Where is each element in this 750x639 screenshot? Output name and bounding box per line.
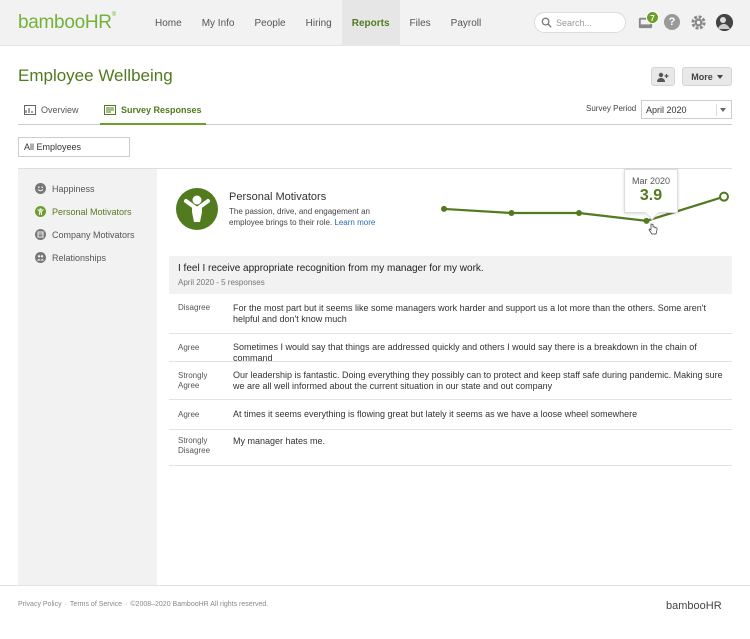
tooltip-value: 3.9 — [639, 187, 663, 204]
privacy-policy-link[interactable]: Privacy Policy — [18, 601, 62, 608]
nav-payroll[interactable]: Payroll — [441, 0, 492, 46]
search-input[interactable]: Search... — [534, 12, 626, 33]
sidebar-item-label: Relationships — [52, 252, 107, 263]
motivator-title: Personal Motivators — [229, 191, 327, 203]
response-text: At times it seems everything is flowing … — [233, 409, 638, 419]
footer-links: Privacy Policy · Terms of Service · ©200… — [18, 601, 268, 608]
page-title: Employee Wellbeing — [18, 66, 173, 85]
employee-filter-value: All Employees — [24, 142, 82, 152]
personal-motivators-icon — [176, 188, 218, 230]
nav-files[interactable]: Files — [400, 0, 441, 46]
help-icon[interactable]: ? — [664, 14, 680, 30]
nav-my-info[interactable]: My Info — [192, 0, 245, 46]
hand-cursor-icon — [648, 223, 658, 235]
question-text: I feel I receive appropriate recognition… — [178, 263, 484, 274]
learn-more-link[interactable]: Learn more — [334, 218, 375, 227]
chevron-down-icon — [720, 108, 726, 112]
response-rating: Disagree — [178, 303, 211, 312]
sidebar-item-relationships[interactable]: Relationships — [35, 252, 106, 263]
tab-survey-responses-label: Survey Responses — [121, 104, 202, 115]
response-row: Disagree For the most part but it seems … — [169, 296, 732, 334]
motivator-description: The passion, drive, and engagement an em… — [229, 206, 389, 228]
tab-overview[interactable]: Overview — [24, 96, 79, 124]
sidebar-item-company-motivators[interactable]: Company Motivators — [35, 229, 135, 240]
response-row: Strongly Disagree My manager hates me. — [169, 430, 732, 466]
tab-survey-responses[interactable]: Survey Responses — [100, 96, 206, 125]
question-meta: April 2020 - 5 responses — [178, 278, 265, 287]
response-rating: Strongly Disagree — [178, 436, 211, 455]
trend-tooltip: Mar 2020 3.9 — [624, 169, 678, 221]
sidebar-item-happiness[interactable]: Happiness — [35, 183, 95, 194]
response-rating: Agree — [178, 410, 200, 419]
people-icon — [35, 252, 46, 263]
sidebar-item-personal-motivators[interactable]: Personal Motivators — [35, 206, 132, 217]
search-icon — [541, 17, 552, 28]
copyright-text: ©2008–2020 BambooHR All rights reserved. — [130, 601, 269, 608]
avatar[interactable] — [716, 14, 733, 31]
question-header: I feel I receive appropriate recognition… — [169, 256, 732, 294]
top-nav: bambooHR® Home My Info People Hiring Rep… — [0, 0, 750, 46]
main-nav: Home My Info People Hiring Reports Files… — [145, 0, 491, 46]
tooltip-date: Mar 2020 — [631, 176, 671, 186]
employee-filter-select[interactable]: All Employees — [18, 137, 130, 157]
motivator-icon — [35, 206, 46, 217]
inbox-count-badge: 7 — [646, 11, 659, 24]
sidebar-item-label: Company Motivators — [52, 229, 135, 240]
building-icon — [35, 229, 46, 240]
nav-hiring[interactable]: Hiring — [296, 0, 342, 46]
tab-overview-label: Overview — [41, 105, 79, 115]
response-text: For the most part but it seems like some… — [233, 303, 706, 324]
trend-point[interactable] — [719, 191, 729, 202]
footer-divider — [0, 585, 750, 586]
more-label: More — [691, 71, 713, 82]
trend-point[interactable] — [441, 205, 447, 212]
more-button[interactable]: More — [682, 67, 732, 86]
chart-icon — [24, 105, 36, 115]
nav-reports[interactable]: Reports — [341, 0, 400, 46]
nav-people[interactable]: People — [244, 0, 295, 46]
footer-separator: · — [64, 601, 67, 608]
response-rating: Strongly Agree — [178, 371, 208, 390]
nav-home[interactable]: Home — [145, 0, 192, 46]
search-placeholder: Search... — [556, 17, 593, 28]
trend-point[interactable] — [508, 210, 515, 216]
response-row: Strongly Agree Our leadership is fantast… — [169, 362, 732, 400]
terms-of-service-link[interactable]: Terms of Service — [70, 601, 122, 608]
footer-logo: bambooHR — [666, 600, 722, 612]
add-person-icon — [657, 72, 669, 82]
caret-down-icon — [716, 74, 723, 79]
trend-sparkline — [441, 191, 729, 224]
survey-period-select[interactable]: April 2020 — [641, 100, 732, 119]
trend-line — [443, 195, 725, 222]
smile-icon — [35, 183, 46, 194]
response-row: Agree At times it seems everything is fl… — [169, 400, 732, 430]
survey-icon — [104, 104, 116, 115]
category-sidebar: Happiness Personal Motivators Company Mo… — [18, 169, 157, 585]
sidebar-item-label: Personal Motivators — [52, 206, 132, 217]
response-text: Sometimes I would say that things are ad… — [233, 342, 697, 363]
response-text: My manager hates me. — [233, 436, 326, 446]
response-row: Agree Sometimes I would say that things … — [169, 334, 732, 363]
gear-icon[interactable] — [690, 14, 707, 31]
footer-separator: · — [125, 601, 128, 608]
response-text: Our leadership is fantastic. Doing every… — [233, 370, 723, 391]
trend-point[interactable] — [576, 210, 582, 216]
response-rating: Agree — [178, 343, 200, 352]
add-employee-button[interactable] — [651, 67, 675, 86]
sidebar-item-label: Happiness — [52, 183, 95, 194]
select-divider — [716, 104, 717, 116]
survey-period-label: Survey Period — [586, 104, 637, 113]
survey-period-value: April 2020 — [646, 104, 687, 115]
bamboohr-logo[interactable]: bambooHR® — [18, 12, 116, 34]
